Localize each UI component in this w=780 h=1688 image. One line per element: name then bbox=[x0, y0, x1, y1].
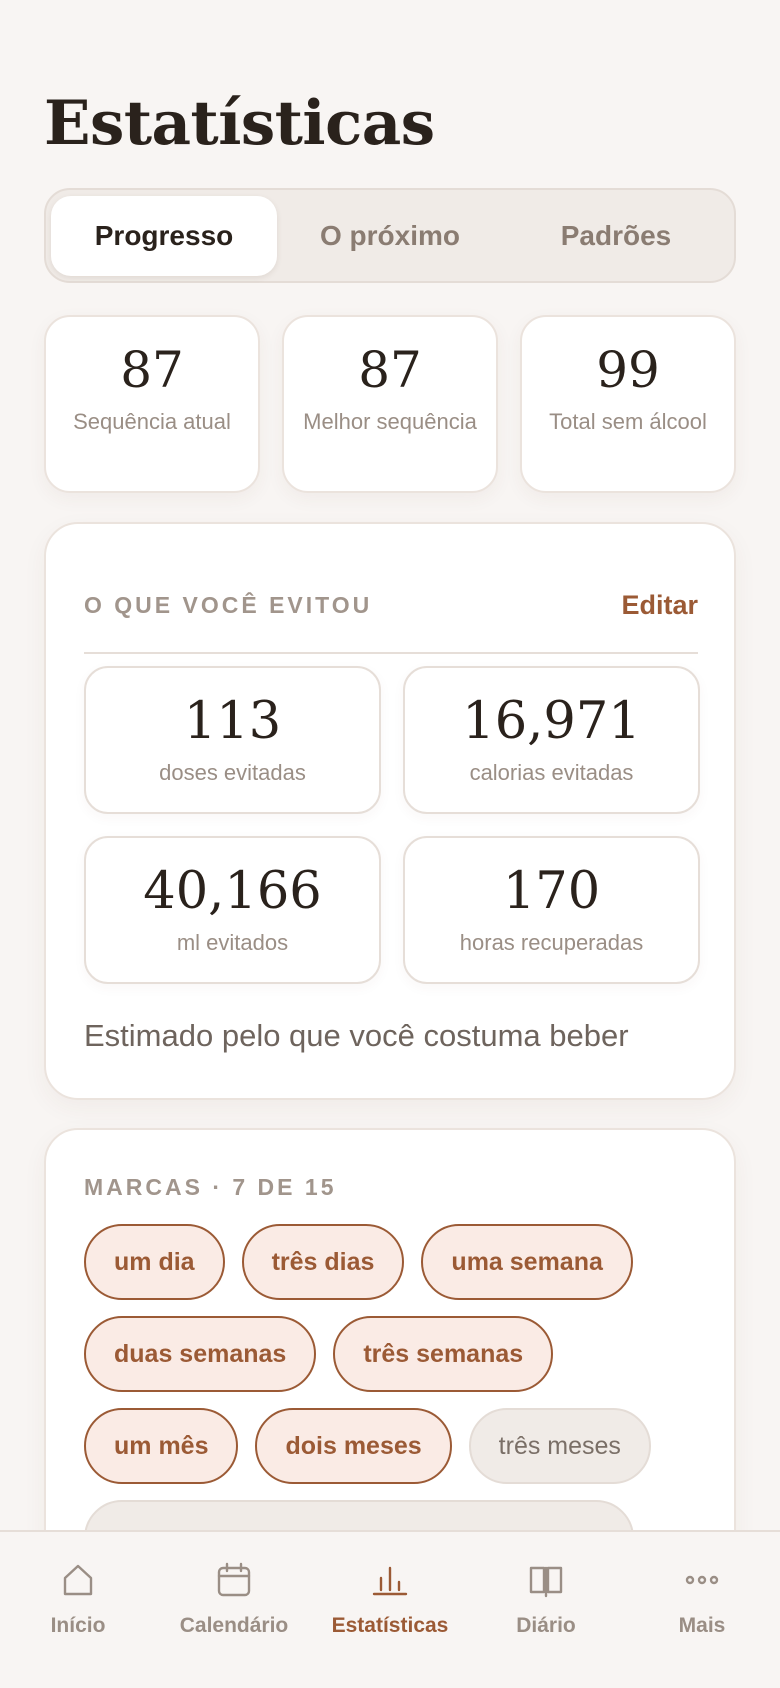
section-label: MARCAS · 7 DE 15 bbox=[84, 1174, 337, 1200]
stat-label: Sequência atual bbox=[73, 409, 231, 434]
avoided-label: calorias evitadas bbox=[469, 760, 634, 786]
avoided-panel: O QUE VOCÊ EVITOU Editar 113 doses evita… bbox=[44, 522, 736, 1100]
divider bbox=[84, 652, 698, 654]
avoided-value: 16,971 bbox=[462, 691, 641, 751]
tab-calendario[interactable]: Calendário bbox=[156, 1532, 312, 1688]
more-icon bbox=[685, 1575, 719, 1585]
section-label: O QUE VOCÊ EVITOU bbox=[84, 592, 373, 618]
tab-progresso[interactable]: Progresso bbox=[51, 195, 277, 276]
milestone-chips: um dia três dias uma semana duas semanas… bbox=[84, 1224, 704, 1576]
bottom-tab-bar: Início Calendário Estatísticas Diário Ma… bbox=[0, 1530, 780, 1688]
avoided-value: 113 bbox=[183, 691, 282, 751]
tab-inicio[interactable]: Início bbox=[0, 1532, 156, 1688]
avoided-grid: 113 doses evitadas 16,971 calorias evita… bbox=[84, 666, 700, 984]
tab-label: Início bbox=[50, 1614, 106, 1637]
avoided-label: doses evitadas bbox=[159, 760, 306, 786]
stat-label: Total sem álcool bbox=[549, 409, 707, 434]
tab-diario[interactable]: Diário bbox=[468, 1532, 624, 1688]
stat-card-current-streak: 87 Sequência atual bbox=[44, 315, 260, 493]
tab-label: Estatísticas bbox=[331, 1614, 449, 1637]
avoided-header: O QUE VOCÊ EVITOU Editar bbox=[84, 590, 698, 621]
milestone-chip-locked[interactable]: três meses bbox=[468, 1408, 651, 1484]
milestone-chip[interactable]: duas semanas bbox=[84, 1316, 317, 1392]
stat-value: 87 bbox=[120, 341, 184, 399]
tab-padroes[interactable]: Padrões bbox=[503, 196, 729, 276]
avoided-value: 170 bbox=[502, 861, 601, 921]
edit-button[interactable]: Editar bbox=[621, 590, 698, 621]
avoided-label: ml evitados bbox=[176, 930, 289, 956]
tab-label: Diário bbox=[516, 1614, 576, 1637]
calendar-icon bbox=[217, 1562, 251, 1597]
bar-chart-icon bbox=[372, 1566, 408, 1596]
avoided-card-ml: 40,166 ml evitados bbox=[84, 836, 381, 984]
stat-value: 87 bbox=[358, 341, 422, 399]
book-icon bbox=[529, 1566, 563, 1598]
tab-mais[interactable]: Mais bbox=[624, 1532, 780, 1688]
avoided-card-hours: 170 horas recuperadas bbox=[403, 836, 700, 984]
stats-row: 87 Sequência atual 87 Melhor sequência 9… bbox=[44, 315, 736, 493]
milestone-chip[interactable]: um dia bbox=[84, 1224, 225, 1300]
milestone-chip[interactable]: um mês bbox=[84, 1408, 239, 1484]
stat-value: 99 bbox=[596, 341, 660, 399]
tab-label: Mais bbox=[678, 1614, 726, 1637]
stat-card-best-streak: 87 Melhor sequência bbox=[282, 315, 498, 493]
avoided-label: horas recuperadas bbox=[459, 930, 644, 956]
avoided-card-calories: 16,971 calorias evitadas bbox=[403, 666, 700, 814]
estimate-note: Estimado pelo que você costuma beber bbox=[84, 1018, 629, 1053]
avoided-card-doses: 113 doses evitadas bbox=[84, 666, 381, 814]
milestone-chip[interactable]: três dias bbox=[241, 1224, 405, 1300]
tab-label: Calendário bbox=[179, 1614, 289, 1637]
milestone-chip[interactable]: três semanas bbox=[333, 1316, 554, 1392]
milestones-panel: MARCAS · 7 DE 15 um dia três dias uma se… bbox=[44, 1128, 736, 1576]
avoided-value: 40,166 bbox=[143, 861, 322, 921]
milestone-chip[interactable]: uma semana bbox=[421, 1224, 633, 1300]
segmented-control: Progresso O próximo Padrões bbox=[44, 188, 736, 283]
home-icon bbox=[63, 1564, 93, 1596]
stat-card-total-sober: 99 Total sem álcool bbox=[520, 315, 736, 493]
tab-o-proximo[interactable]: O próximo bbox=[277, 196, 503, 276]
tab-estatisticas[interactable]: Estatísticas bbox=[312, 1532, 468, 1688]
stat-label: Melhor sequência bbox=[303, 409, 477, 434]
milestone-chip[interactable]: dois meses bbox=[255, 1408, 452, 1484]
page-title: Estatísticas bbox=[44, 88, 435, 159]
